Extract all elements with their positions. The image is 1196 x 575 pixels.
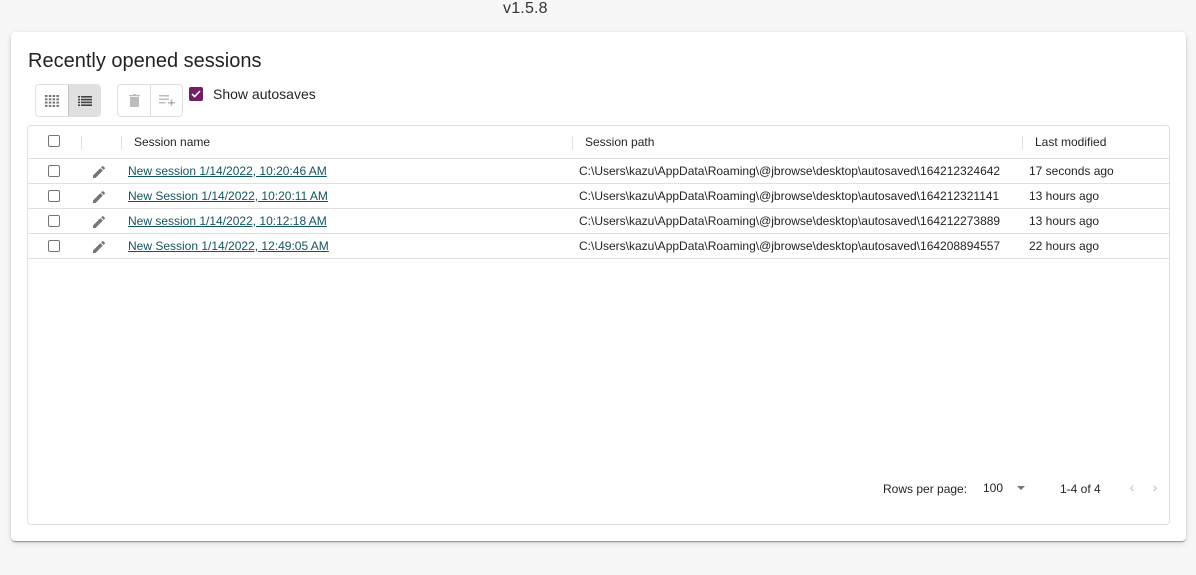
session-name-link[interactable]: New session 1/14/2022, 10:12:18 AM — [128, 214, 327, 228]
table-footer: Rows per page: 100 1-4 of 4 ‹ › — [28, 468, 1169, 524]
table-header: Session name Session path Last modified — [28, 126, 1169, 159]
check-icon — [191, 90, 201, 98]
table-row[interactable]: New Session 1/14/2022, 10:20:11 AM C:\Us… — [28, 184, 1169, 209]
row-checkbox[interactable] — [48, 165, 60, 177]
caret-down-icon — [1017, 486, 1026, 490]
show-autosaves-toggle[interactable]: Show autosaves — [189, 84, 316, 104]
table-row[interactable]: New session 1/14/2022, 10:12:18 AM C:\Us… — [28, 209, 1169, 234]
session-path: C:\Users\kazu\AppData\Roaming\@jbrowse\d… — [579, 239, 1001, 253]
session-path: C:\Users\kazu\AppData\Roaming\@jbrowse\d… — [579, 164, 1001, 178]
page-title: Recently opened sessions — [28, 50, 262, 72]
app-version: v1.5.8 — [503, 0, 548, 17]
next-page-button[interactable]: › — [1147, 479, 1163, 495]
column-separator — [572, 136, 573, 150]
sessions-table: Session name Session path Last modified … — [27, 125, 1170, 525]
column-separator — [121, 136, 122, 150]
last-modified: 13 hours ago — [1029, 214, 1100, 228]
previous-page-button[interactable]: ‹ — [1124, 479, 1140, 495]
session-path: C:\Users\kazu\AppData\Roaming\@jbrowse\d… — [579, 214, 1001, 228]
delete-icon — [128, 94, 140, 107]
row-checkbox[interactable] — [48, 190, 60, 202]
edit-icon[interactable] — [91, 189, 107, 205]
show-autosaves-checkbox[interactable] — [189, 87, 203, 101]
rows-per-page-value: 100 — [983, 481, 1004, 495]
session-name-link[interactable]: New session 1/14/2022, 10:20:46 AM — [128, 164, 327, 178]
session-actions-group — [117, 84, 183, 117]
last-modified: 13 hours ago — [1029, 189, 1100, 203]
session-name-link[interactable]: New Session 1/14/2022, 12:49:05 AM — [128, 239, 329, 253]
sessions-card: Recently opened sessions Show autosaves … — [11, 32, 1186, 541]
select-all-checkbox[interactable] — [48, 135, 60, 147]
column-header-last-modified[interactable]: Last modified — [1035, 135, 1106, 149]
list-view-button[interactable] — [68, 85, 100, 116]
pagination-range: 1-4 of 4 — [1060, 482, 1101, 496]
session-path: C:\Users\kazu\AppData\Roaming\@jbrowse\d… — [579, 189, 1000, 203]
column-header-session-name[interactable]: Session name — [134, 135, 210, 149]
edit-icon[interactable] — [91, 214, 107, 230]
column-header-session-path[interactable]: Session path — [585, 135, 654, 149]
last-modified: 17 seconds ago — [1029, 164, 1114, 178]
delete-sessions-button[interactable] — [118, 85, 150, 116]
row-checkbox[interactable] — [48, 240, 60, 252]
last-modified: 22 hours ago — [1029, 239, 1100, 253]
playlist-add-icon — [158, 95, 175, 106]
chevron-right-icon: › — [1152, 479, 1158, 495]
edit-icon[interactable] — [91, 239, 107, 255]
grid-icon — [45, 94, 59, 107]
list-icon — [77, 95, 92, 106]
edit-icon[interactable] — [91, 164, 107, 180]
table-row[interactable]: New Session 1/14/2022, 12:49:05 AM C:\Us… — [28, 234, 1169, 259]
view-toggle-group — [35, 84, 101, 117]
column-separator — [81, 136, 82, 150]
row-checkbox[interactable] — [48, 215, 60, 227]
chevron-left-icon: ‹ — [1129, 479, 1135, 495]
rows-per-page-label: Rows per page: — [883, 482, 968, 496]
column-separator — [1022, 136, 1023, 150]
rows-per-page-select[interactable]: 100 — [983, 481, 1026, 495]
show-autosaves-label: Show autosaves — [213, 86, 316, 102]
table-row[interactable]: New session 1/14/2022, 10:20:46 AM C:\Us… — [28, 159, 1169, 184]
grid-view-button[interactable] — [36, 85, 68, 116]
session-name-link[interactable]: New Session 1/14/2022, 10:20:11 AM — [128, 189, 328, 203]
add-to-quickstart-button[interactable] — [150, 85, 182, 116]
